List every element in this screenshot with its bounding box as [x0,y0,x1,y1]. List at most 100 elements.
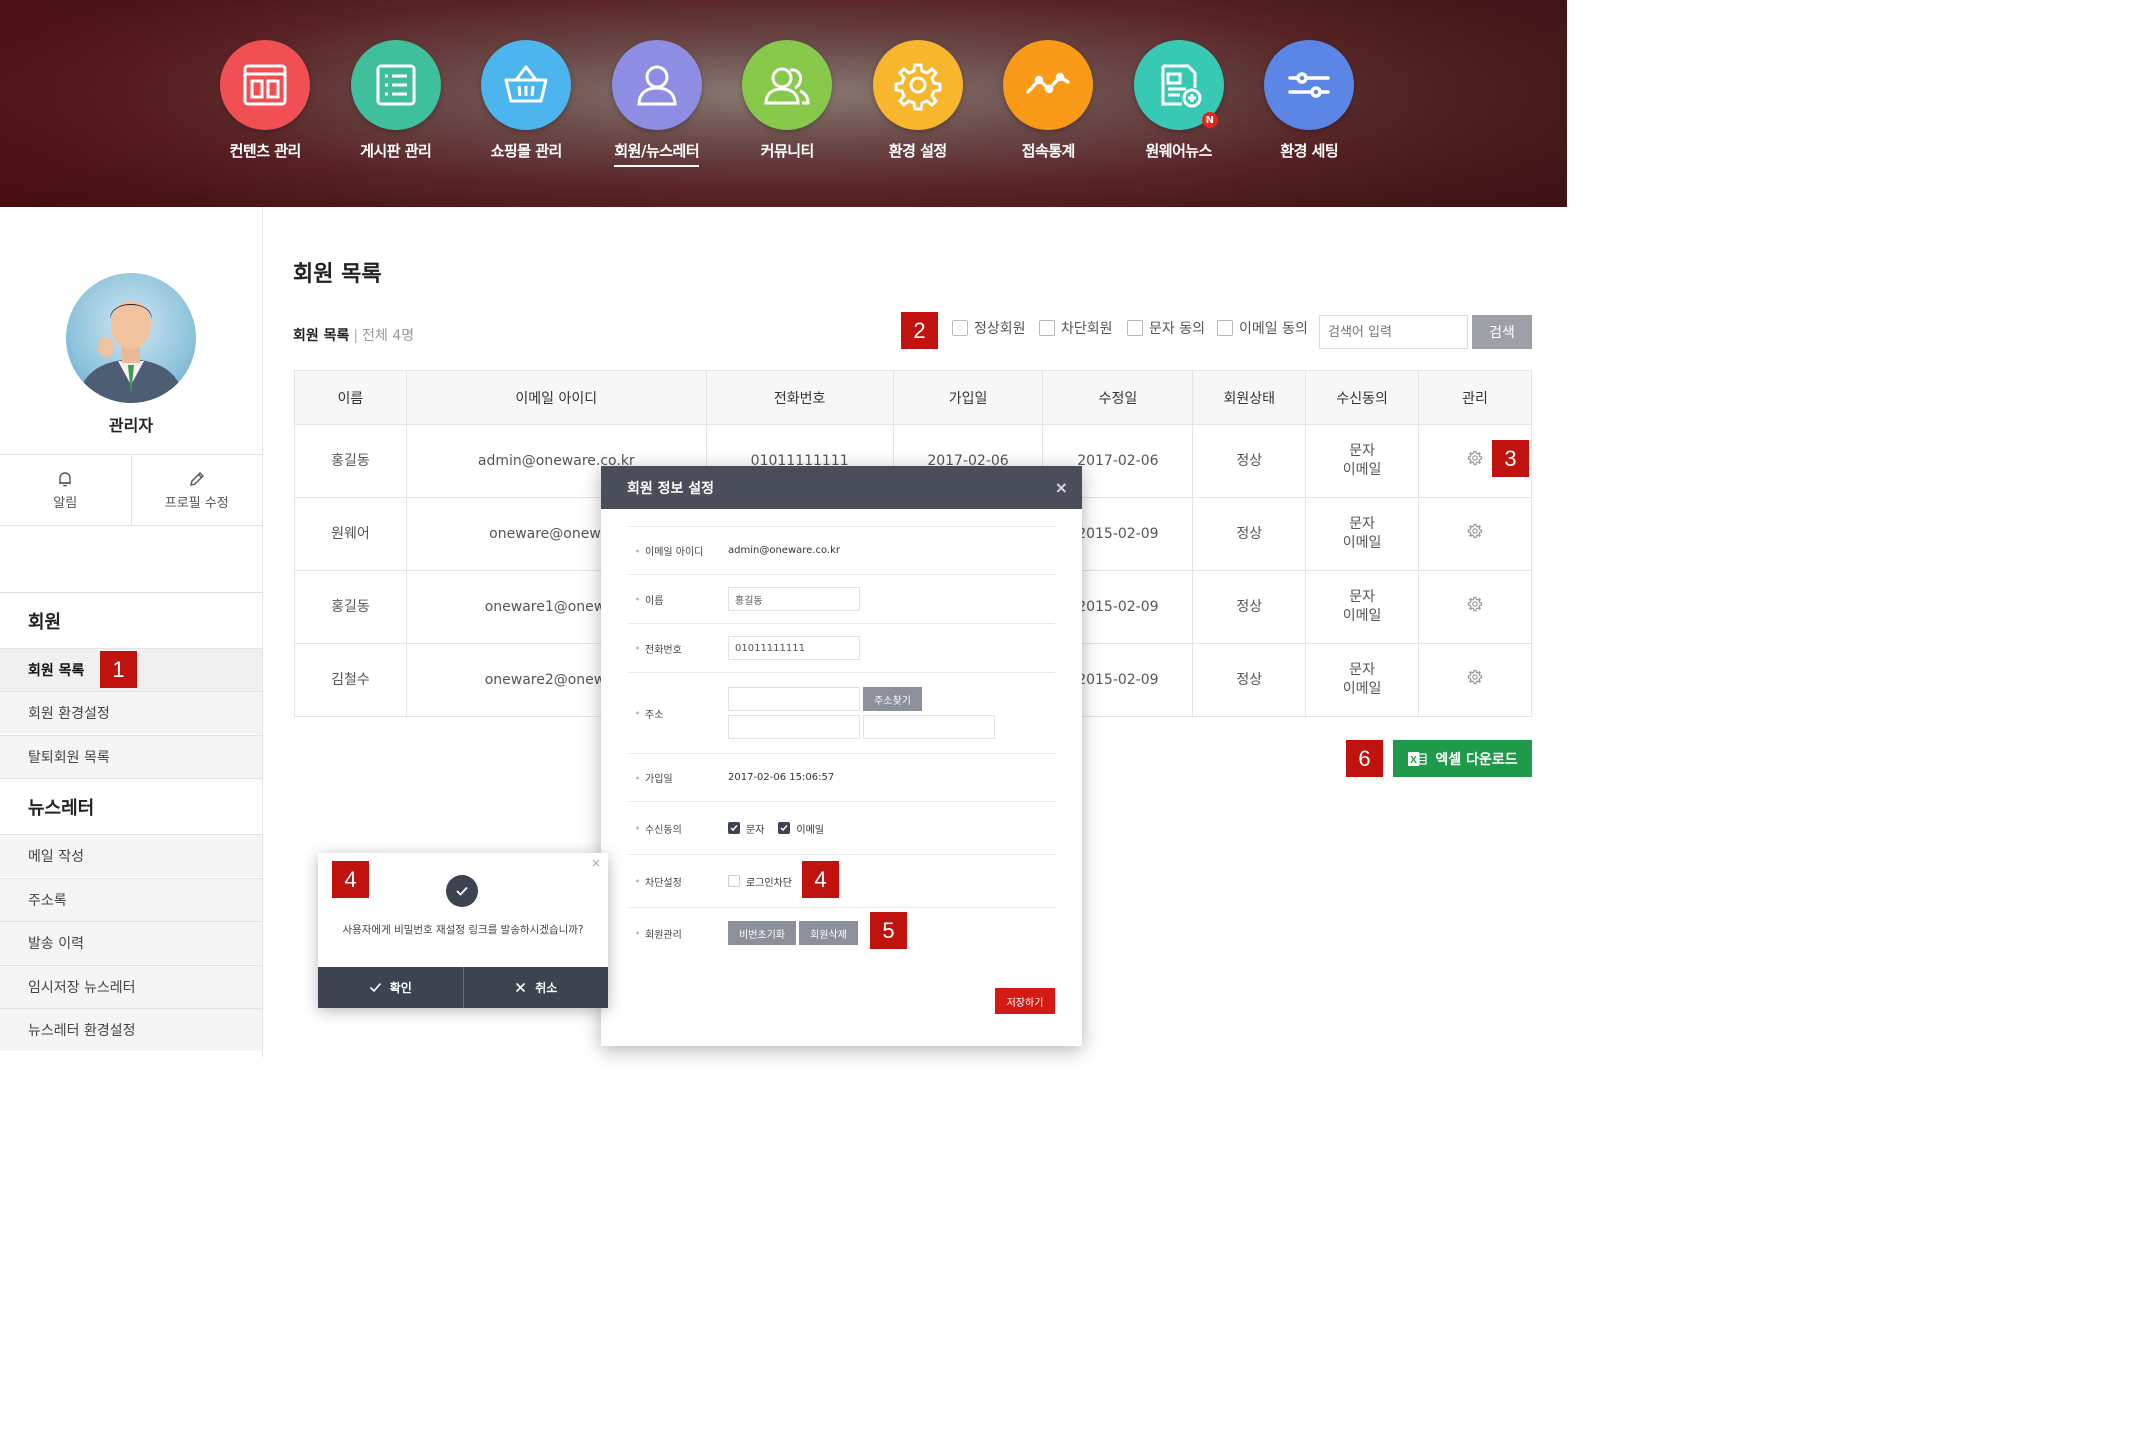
close-icon[interactable]: × [1055,478,1068,497]
avatar-portrait [78,301,184,403]
login-block-checkbox[interactable]: 로그인차단 [728,874,792,889]
nav-label: 접속통계 [1021,142,1076,160]
step-marker-4: 4 [332,861,369,898]
pencil-icon [189,471,204,486]
gear-icon [894,63,942,111]
search-button[interactable]: 검색 [1472,315,1532,349]
excel-download-label: 엑셀 다운로드 [1435,751,1518,768]
cell-status: 정상 [1192,643,1307,717]
header-name: 이름 [294,370,407,425]
cell-manage [1418,497,1532,571]
filter-label: 문자 동의 [1149,321,1205,337]
check-icon [369,982,381,993]
main-nav: 컨텐츠 관리 게시판 관리 쇼핑몰 관리 회원/뉴스레터 커뮤니티 환경 설정 … [200,40,1375,167]
sidebar-item-write-mail[interactable]: 메일 작성 [0,834,262,877]
profile-actions: 알림 프로필 수정 [0,454,262,526]
check-icon [780,825,788,832]
address-line-1: 주소찾기 [728,687,995,711]
password-reset-button[interactable]: 비번초기화 [728,921,796,945]
phone-field[interactable]: 01011111111 [728,636,860,660]
profile-edit-button[interactable]: 프로필 수정 [130,455,263,525]
header-phone: 전화번호 [705,370,894,425]
filter-blocked[interactable]: 차단회원 [1039,318,1113,338]
modal-form: 이메일 아이디 admin@oneware.co.kr 이름 홍길동 전화번호 … [629,526,1055,958]
nav-item-member[interactable]: 회원/뉴스레터 [592,40,723,167]
gear-icon[interactable] [1467,450,1483,466]
consent-email: 이메일 [1342,535,1382,551]
confirm-ok-label: 확인 [389,981,412,995]
nav-label: 원웨어뉴스 [1145,142,1212,160]
users-icon [764,67,810,105]
nav-item-stats[interactable]: 접속통계 [983,40,1114,167]
consent-sms-checkbox[interactable]: 문자 [728,821,764,836]
zipcode-field[interactable] [728,687,860,711]
checkbox-checked[interactable] [728,822,740,834]
checkbox[interactable] [1127,320,1143,336]
nav-item-env-setting[interactable]: 환경 세팅 [1244,40,1375,167]
cell-name: 원웨어 [294,497,407,571]
header-manage: 관리 [1418,370,1532,425]
header-email: 이메일 아이디 [405,370,707,425]
header-status: 회원상태 [1192,370,1307,425]
consent-email: 이메일 [1342,681,1382,697]
filter-normal[interactable]: 정상회원 [952,318,1026,338]
list-caption: 회원 목록 | 전체 4명 [293,325,414,345]
save-button[interactable]: 저장하기 [995,988,1055,1014]
nav-item-shop[interactable]: 쇼핑몰 관리 [461,40,592,167]
nav-item-contents[interactable]: 컨텐츠 관리 [200,40,331,167]
table-header-row: 이름 이메일 아이디 전화번호 가입일 수정일 회원상태 수신동의 관리 [294,370,1532,425]
basket-icon [504,65,548,103]
caption-title: 회원 목록 [293,328,350,344]
checkbox[interactable] [1217,320,1233,336]
cell-consent: 문자 이메일 [1305,643,1420,717]
layout-icon [243,64,287,106]
checkbox[interactable] [1039,320,1055,336]
checkbox[interactable] [952,320,968,336]
nav-item-community[interactable]: 커뮤니티 [722,40,853,167]
gear-icon[interactable] [1467,523,1483,539]
name-field[interactable]: 홍길동 [728,587,860,611]
checkbox-unchecked[interactable] [728,875,740,887]
excel-download-button[interactable]: X 엑셀 다운로드 [1393,740,1532,777]
nav-circle [1264,40,1355,130]
nav-item-board[interactable]: 게시판 관리 [331,40,462,167]
sidebar-item-newsletter-settings[interactable]: 뉴스레터 환경설정 [0,1008,262,1051]
address-field[interactable] [728,715,860,739]
nav-item-settings[interactable]: 환경 설정 [853,40,984,167]
cell-status: 정상 [1192,424,1307,498]
form-row-phone: 전화번호 01011111111 [629,624,1055,673]
confirm-cancel-button[interactable]: 취소 [462,967,609,1008]
list-icon [376,64,416,106]
sidebar-item-address-book[interactable]: 주소록 [0,878,262,921]
sidebar-item-drafts[interactable]: 임시저장 뉴스레터 [0,965,262,1008]
gear-icon[interactable] [1467,669,1483,685]
step-marker-1: 1 [100,651,137,688]
address-search-button[interactable]: 주소찾기 [863,687,922,711]
sidebar-item-member-settings[interactable]: 회원 환경설정 [0,691,262,734]
close-icon[interactable]: × [591,856,601,870]
consent-sms: 문자 [1349,516,1375,533]
nav-circle [481,40,572,130]
confirm-ok-button[interactable]: 확인 [318,967,463,1008]
search-input[interactable] [1319,315,1468,349]
consent-email: 이메일 [1342,608,1382,624]
nav-circle [220,40,311,130]
consent-email-label: 이메일 [796,824,825,836]
nav-label: 게시판 관리 [360,142,432,160]
filter-sms-consent[interactable]: 문자 동의 [1127,318,1205,338]
consent-email-checkbox[interactable]: 이메일 [778,821,824,836]
profile-edit-label: 프로필 수정 [164,495,229,511]
notification-button[interactable]: 알림 [0,455,131,525]
excel-icon: X [1408,751,1428,766]
check-icon [456,886,468,896]
header-joined: 가입일 [892,370,1044,425]
sidebar-item-withdrawn-list[interactable]: 탈퇴회원 목록 [0,735,262,778]
gear-icon[interactable] [1467,596,1483,612]
consent-email: 이메일 [1342,462,1382,478]
sidebar-item-send-history[interactable]: 발송 이력 [0,921,262,964]
filter-email-consent[interactable]: 이메일 동의 [1217,318,1308,338]
address-detail-field[interactable] [863,715,995,739]
nav-item-news[interactable]: N 원웨어뉴스 [1114,40,1245,167]
delete-member-button[interactable]: 회원삭제 [799,921,858,945]
checkbox-checked[interactable] [778,822,791,834]
